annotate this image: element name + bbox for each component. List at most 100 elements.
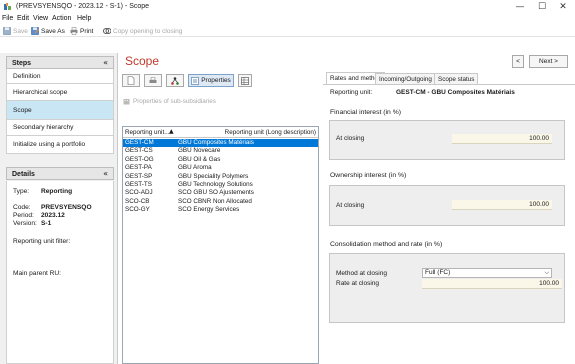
table-row[interactable]: SCO-GY SCO Energy Services: [123, 206, 318, 214]
next-button[interactable]: Next >: [529, 55, 568, 68]
left-panel: Steps « Definition Hierarchical scope Sc…: [0, 53, 118, 364]
ownership-closing-value[interactable]: 100.00: [452, 200, 552, 210]
hierarchy-icon: [171, 76, 179, 85]
step-scope[interactable]: Scope: [6, 101, 114, 120]
close-button[interactable]: ✕: [553, 1, 573, 13]
table-row[interactable]: GEST-CS GBU Novecare: [123, 147, 318, 155]
building-icon: [123, 99, 130, 105]
consolidation-title: Consolidation method and rate (in %): [330, 241, 443, 248]
properties-icon: [191, 76, 199, 85]
save-button[interactable]: Save: [3, 26, 28, 36]
menu-action[interactable]: Action: [52, 15, 71, 22]
financial-closing-value[interactable]: 100.00: [452, 134, 552, 144]
reporting-unit-filter-label: Reporting unit filter:: [13, 238, 71, 245]
back-label: <: [516, 58, 520, 65]
printer-icon: [149, 76, 157, 83]
table-header: Reporting unit... ▲ Reporting unit (Long…: [123, 127, 318, 138]
step-hierarchical-scope[interactable]: Hierarchical scope: [6, 84, 114, 101]
reporting-unit-value: GEST-CM - GBU Composites Matériais: [396, 89, 515, 96]
step-label: Initialize using a portfolio: [13, 141, 86, 148]
reporting-unit-code: SCO-CB: [125, 197, 150, 205]
table-row[interactable]: GEST-SP GBU Speciality Polymers: [123, 173, 318, 181]
type-label: Type:: [13, 188, 30, 195]
reporting-unit-code: GEST-TS: [125, 181, 152, 188]
save-as-icon: [31, 27, 39, 35]
minimize-button[interactable]: —: [510, 1, 530, 13]
tab-scope-status[interactable]: Scope status: [434, 73, 479, 84]
page-title: Scope: [125, 54, 160, 68]
reporting-unit-description: GBU Oil & Gas: [178, 155, 221, 163]
table-row[interactable]: GEST-PA GBU Aroma: [123, 164, 318, 172]
rate-closing-value[interactable]: 100.00: [422, 279, 562, 289]
column-header-description[interactable]: Reporting unit (Long description): [225, 129, 316, 136]
method-closing-select[interactable]: Full (FC) ⌵: [422, 268, 552, 278]
ownership-closing-label: At closing: [336, 202, 365, 209]
type-value: Reporting: [41, 188, 73, 195]
next-label: Next >: [539, 58, 558, 65]
center-panel: Scope Properties Properties of sub-subsi…: [118, 53, 322, 364]
collapse-icon[interactable]: «: [103, 169, 108, 178]
main-parent-label: Main parent RU:: [13, 270, 62, 277]
menu-edit[interactable]: Edit: [17, 15, 29, 22]
menu-view[interactable]: View: [33, 15, 48, 22]
steps-header[interactable]: Steps «: [6, 56, 114, 69]
financial-interest-title: Financial interest (in %): [330, 109, 402, 116]
save-as-button[interactable]: Save As: [31, 26, 65, 36]
print-dropdown-button[interactable]: [144, 74, 162, 87]
menu-file[interactable]: File: [2, 15, 13, 22]
new-document-button[interactable]: [122, 74, 140, 87]
app-icon: [4, 3, 11, 10]
column-header-code[interactable]: Reporting unit...: [125, 129, 169, 136]
tab-incoming-outgoing[interactable]: Incoming/Outgoing: [375, 73, 436, 84]
ownership-interest-group: At closing 100.00: [329, 185, 565, 226]
grid-icon: [241, 76, 249, 85]
details-header[interactable]: Details «: [6, 167, 114, 180]
table-row[interactable]: SCO-ADJ SCO GBU SO Ajustements: [123, 189, 318, 197]
table-row[interactable]: SCO-CB SCO CBNR Non Allocated: [123, 198, 318, 206]
table-row[interactable]: GEST-CM GBU Composites Matériais: [123, 139, 318, 148]
reporting-unit-code: GEST-SP: [125, 172, 153, 180]
code-label: Code:: [13, 204, 31, 211]
financial-closing-label: At closing: [336, 135, 365, 142]
back-button[interactable]: <: [512, 55, 524, 68]
reporting-unit-description: SCO GBU SO Ajustements: [178, 189, 254, 197]
step-label: Secondary hierarchy: [13, 124, 74, 131]
chevron-down-icon: ⌵: [544, 269, 549, 276]
method-closing-value: Full (FC): [425, 269, 451, 276]
grid-view-button[interactable]: [238, 74, 252, 87]
document-icon: [127, 76, 135, 85]
collapse-icon[interactable]: «: [103, 58, 108, 67]
save-as-label: Save As: [41, 27, 65, 35]
right-panel: < Next > Rates and method Incoming/Outgo…: [323, 53, 575, 364]
reporting-unit-description: GBU Composites Matériais: [178, 139, 254, 146]
maximize-button[interactable]: ☐: [532, 1, 552, 13]
step-secondary-hierarchy[interactable]: Secondary hierarchy: [6, 120, 114, 136]
copy-opening-button[interactable]: Copy opening to closing: [103, 26, 182, 36]
sort-asc-icon: ▲: [169, 128, 174, 135]
title-bar: (PREVSYENSQO - 2023.12 - S-1) - Scope — …: [0, 0, 575, 14]
copy-icon: [103, 28, 111, 34]
filter-dropdown-button[interactable]: [166, 74, 184, 87]
step-label: Hierarchical scope: [13, 88, 68, 96]
properties-button[interactable]: Properties: [188, 74, 234, 87]
printer-icon: [70, 27, 78, 35]
print-label: Print: [80, 27, 94, 35]
step-initialize-portfolio[interactable]: Initialize using a portfolio: [6, 136, 114, 154]
table-row[interactable]: GEST-OG GBU Oil & Gas: [123, 156, 318, 164]
sub-subsidiaries-properties[interactable]: Properties of sub-subsidiaries: [123, 98, 216, 105]
properties-label: Properties: [201, 77, 231, 84]
floppy-icon: [3, 27, 11, 35]
step-definition[interactable]: Definition: [6, 69, 114, 84]
version-value: S-1: [41, 220, 52, 227]
print-button[interactable]: Print: [70, 26, 93, 36]
menu-help[interactable]: Help: [77, 15, 91, 22]
steps-title: Steps: [12, 60, 32, 67]
period-label: Period:: [13, 212, 34, 219]
code-value: PREVSYENSQO: [41, 204, 92, 211]
reporting-unit-description: SCO Energy Services: [178, 206, 240, 214]
sub-subsidiaries-label: Properties of sub-subsidiaries: [133, 98, 216, 105]
table-row[interactable]: GEST-TS GBU Technology Solutions: [123, 181, 318, 189]
details-title: Details: [12, 171, 35, 178]
period-value: 2023.12: [41, 212, 65, 219]
window-title: (PREVSYENSQO - 2023.12 - S-1) - Scope: [16, 3, 150, 10]
